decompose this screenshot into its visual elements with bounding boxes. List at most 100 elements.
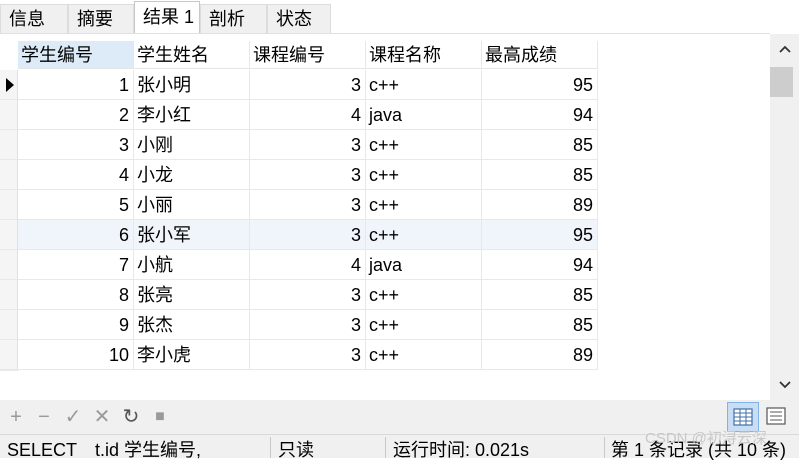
apply-changes-icon[interactable]: ✓ (63, 406, 83, 428)
table-cell[interactable]: c++ (366, 190, 482, 220)
row-header[interactable] (0, 70, 18, 100)
current-row-arrow-icon (6, 78, 14, 92)
table-cell[interactable]: 9 (18, 310, 134, 340)
table-row[interactable]: 3 小刚 3 c++ 85 (18, 130, 598, 160)
table-cell[interactable]: java (366, 100, 482, 130)
status-query-text: t.id 学生编号, (95, 440, 202, 460)
discard-changes-icon[interactable]: ✕ (92, 406, 112, 428)
status-separator (270, 437, 271, 458)
table-row[interactable]: 10 李小虎 3 c++ 89 (18, 340, 598, 370)
table-cell[interactable]: 小航 (134, 250, 250, 280)
table-cell[interactable]: 85 (482, 130, 598, 160)
tab-status[interactable]: 状态 (267, 4, 331, 33)
scroll-down-button[interactable] (770, 372, 799, 400)
table-cell[interactable]: 小龙 (134, 160, 250, 190)
table-cell[interactable]: c++ (366, 280, 482, 310)
row-header[interactable] (0, 100, 18, 130)
stop-icon[interactable]: ■ (150, 406, 170, 428)
status-runtime: 运行时间: 0.021s (393, 440, 530, 460)
table-cell[interactable]: 8 (18, 280, 134, 310)
table-row[interactable]: 1 张小明 3 c++ 95 (18, 70, 598, 100)
row-header[interactable] (0, 280, 18, 310)
table-cell[interactable]: 3 (250, 190, 366, 220)
table-cell[interactable]: 3 (250, 340, 366, 370)
table-cell[interactable]: 李小虎 (134, 340, 250, 370)
tab-info[interactable]: 信息 (0, 4, 68, 33)
table-cell[interactable]: 3 (18, 130, 134, 160)
table-cell[interactable]: 小丽 (134, 190, 250, 220)
table-cell[interactable]: c++ (366, 220, 482, 250)
chevron-up-icon (778, 45, 791, 53)
table-cell[interactable]: 小刚 (134, 130, 250, 160)
table-cell[interactable]: 6 (18, 220, 134, 250)
table-cell[interactable]: 张亮 (134, 280, 250, 310)
scroll-up-button[interactable] (770, 36, 799, 64)
table-cell[interactable]: 4 (250, 250, 366, 280)
table-cell[interactable]: 3 (250, 130, 366, 160)
table-cell[interactable]: 7 (18, 250, 134, 280)
table-cell[interactable]: 95 (482, 220, 598, 250)
chevron-down-icon (778, 381, 791, 389)
column-header-course-id[interactable]: 课程编号 (250, 41, 366, 69)
table-row[interactable]: 6 张小军 3 c++ 95 (18, 220, 598, 250)
add-record-icon[interactable]: + (6, 406, 26, 428)
table-cell[interactable]: 95 (482, 70, 598, 100)
table-cell[interactable]: 4 (18, 160, 134, 190)
tab-summary[interactable]: 摘要 (68, 4, 134, 33)
table-cell[interactable]: 张小明 (134, 70, 250, 100)
delete-record-icon[interactable]: − (34, 406, 54, 428)
table-cell[interactable]: 85 (482, 280, 598, 310)
table-cell[interactable]: 94 (482, 100, 598, 130)
table-cell[interactable]: java (366, 250, 482, 280)
table-cell[interactable]: 3 (250, 160, 366, 190)
table-cell[interactable]: 3 (250, 310, 366, 340)
column-header-course-name[interactable]: 课程名称 (366, 41, 482, 69)
table-cell[interactable]: c++ (366, 130, 482, 160)
row-header[interactable] (0, 130, 18, 160)
tab-profile[interactable]: 剖析 (200, 4, 267, 33)
row-header[interactable] (0, 190, 18, 220)
table-cell[interactable]: 4 (250, 100, 366, 130)
row-header[interactable] (0, 310, 18, 340)
table-cell[interactable]: 3 (250, 70, 366, 100)
column-header-student-name[interactable]: 学生姓名 (134, 41, 250, 69)
table-cell[interactable]: 94 (482, 250, 598, 280)
table-row[interactable]: 8 张亮 3 c++ 85 (18, 280, 598, 310)
row-header[interactable] (0, 220, 18, 250)
table-cell[interactable]: c++ (366, 310, 482, 340)
table-row[interactable]: 7 小航 4 java 94 (18, 250, 598, 280)
table-cell[interactable]: 89 (482, 340, 598, 370)
table-row[interactable]: 5 小丽 3 c++ 89 (18, 190, 598, 220)
table-cell[interactable]: 5 (18, 190, 134, 220)
table-cell[interactable]: 张杰 (134, 310, 250, 340)
table-row[interactable]: 9 张杰 3 c++ 85 (18, 310, 598, 340)
result-grid[interactable]: 学生编号 学生姓名 课程编号 课程名称 最高成绩 1 张小明 3 c++ 95 2 李小红 4… (0, 33, 770, 401)
table-cell[interactable]: c++ (366, 340, 482, 370)
column-header-max-score[interactable]: 最高成绩 (482, 41, 598, 69)
table-cell[interactable]: 1 (18, 70, 134, 100)
result-tabbar: 信息 摘要 结果 1 剖析 状态 (0, 0, 799, 33)
table-cell[interactable]: c++ (366, 70, 482, 100)
table-cell[interactable]: c++ (366, 160, 482, 190)
table-cell[interactable]: 3 (250, 280, 366, 310)
scroll-thumb[interactable] (770, 67, 793, 97)
table-row[interactable]: 4 小龙 3 c++ 85 (18, 160, 598, 190)
table-cell[interactable]: 89 (482, 190, 598, 220)
column-header-student-id[interactable]: 学生编号 (18, 41, 134, 69)
table-cell[interactable]: 2 (18, 100, 134, 130)
refresh-icon[interactable]: ↻ (121, 406, 141, 428)
tab-result-1[interactable]: 结果 1 (134, 1, 200, 33)
status-separator (604, 437, 605, 458)
table-cell[interactable]: 张小军 (134, 220, 250, 250)
table-row[interactable]: 2 李小红 4 java 94 (18, 100, 598, 130)
table-cell[interactable]: 李小红 (134, 100, 250, 130)
table-cell[interactable]: 85 (482, 160, 598, 190)
row-header[interactable] (0, 160, 18, 190)
table-cell[interactable]: 3 (250, 220, 366, 250)
vertical-scrollbar[interactable] (770, 34, 799, 400)
table-cell[interactable]: 10 (18, 340, 134, 370)
form-view-icon (766, 407, 786, 425)
row-header[interactable] (0, 340, 18, 370)
row-header[interactable] (0, 250, 18, 280)
table-cell[interactable]: 85 (482, 310, 598, 340)
